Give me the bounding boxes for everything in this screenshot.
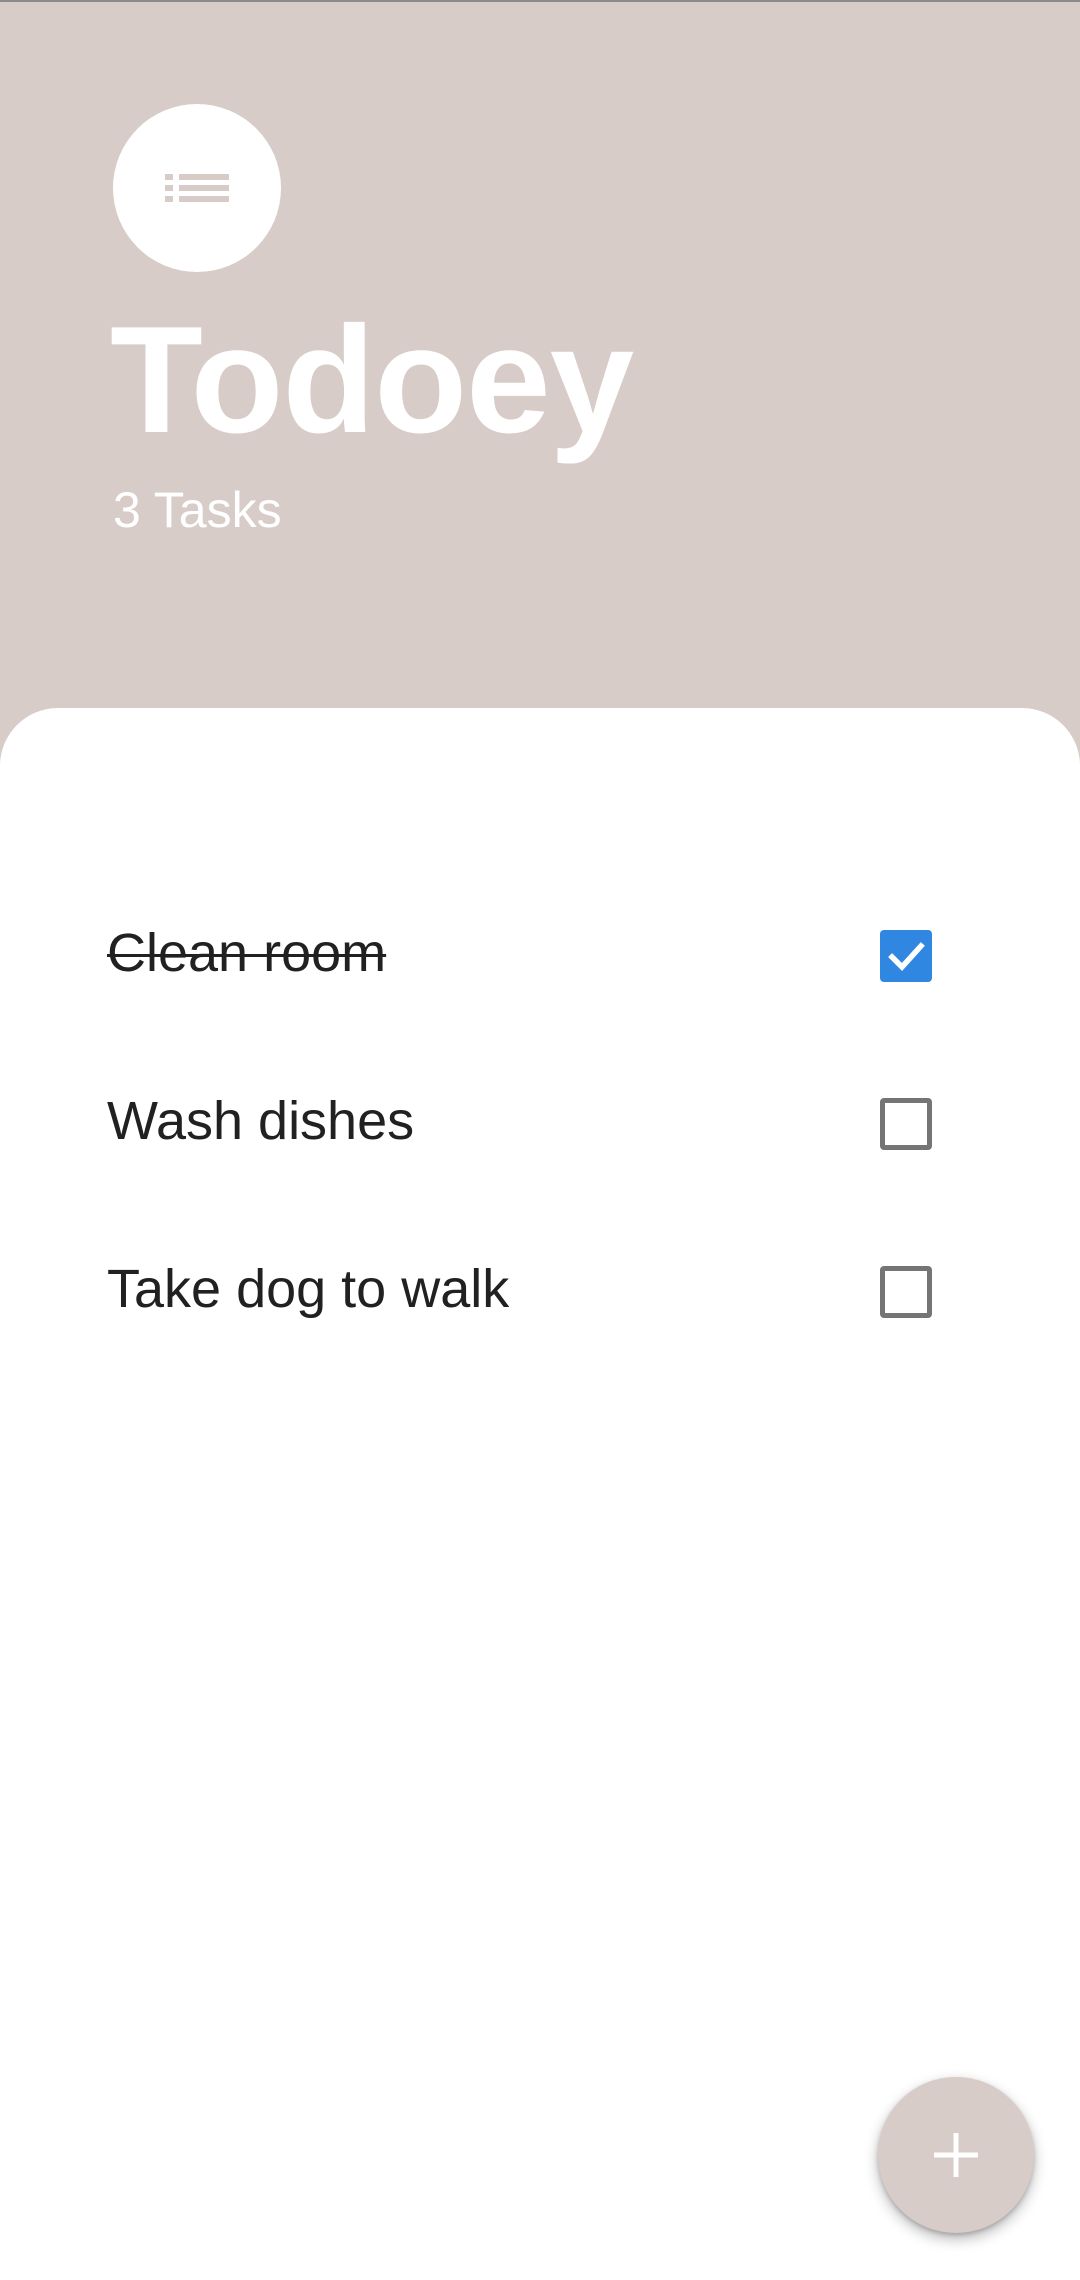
task-checkbox-checked[interactable] xyxy=(880,930,932,982)
task-label: Clean room xyxy=(107,923,387,983)
task-label: Take dog to walk xyxy=(107,1259,510,1319)
task-checkbox[interactable] xyxy=(880,1098,932,1150)
check-icon xyxy=(888,942,925,971)
plus-icon xyxy=(934,2133,978,2177)
app-logo xyxy=(113,104,281,272)
list-icon xyxy=(165,174,229,202)
task-row: Clean room xyxy=(0,871,1080,1039)
app-header: Todoey 3 Tasks xyxy=(0,0,1080,710)
app-title: Todoey xyxy=(110,295,634,465)
task-row: Wash dishes xyxy=(0,1039,1080,1207)
task-count: 3 Tasks xyxy=(113,482,282,538)
task-label: Wash dishes xyxy=(107,1091,415,1151)
add-task-button[interactable] xyxy=(878,2077,1034,2233)
task-checkbox[interactable] xyxy=(880,1266,932,1318)
task-row: Take dog to walk xyxy=(0,1207,1080,1375)
task-list: Clean room Wash dishes Take dog to walk xyxy=(0,871,1080,1375)
